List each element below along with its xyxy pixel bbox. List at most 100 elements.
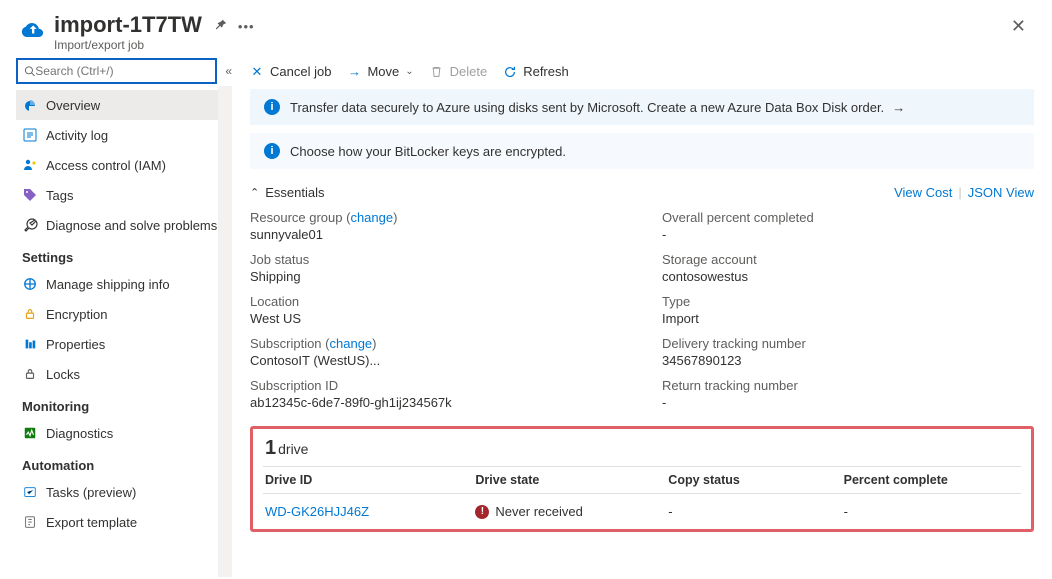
nav-activity-log[interactable]: Activity log [16, 120, 232, 150]
essentials-item: Subscription (change) ContosoIT (WestUS).… [250, 336, 622, 368]
drives-title: 1drive [263, 435, 1021, 466]
drive-id-link[interactable]: WD-GK26HJJ46Z [265, 504, 475, 519]
nav-properties[interactable]: Properties [16, 329, 232, 359]
essentials-key: Delivery tracking number [662, 336, 1034, 351]
nav-settings: Manage shipping info Encryption Properti… [16, 269, 232, 389]
overview-icon [22, 97, 38, 113]
essentials-key: Return tracking number [662, 378, 1034, 393]
tasks-icon [22, 484, 38, 500]
change-link[interactable]: change [330, 336, 373, 351]
essentials-value: 34567890123 [662, 353, 1034, 368]
nav-overview[interactable]: Overview [16, 90, 232, 120]
nav-monitoring: Diagnostics [16, 418, 232, 448]
essentials-key: Subscription (change) [250, 336, 622, 351]
locks-icon [22, 366, 38, 382]
essentials-value[interactable]: contosowestus [662, 269, 1034, 284]
essentials-item: Overall percent completed- [662, 210, 1034, 242]
bitlocker-banner[interactable]: i Choose how your BitLocker keys are enc… [250, 133, 1034, 169]
sidebar: « Overview Activity log Access control (… [0, 58, 232, 577]
nav-heading-automation: Automation [16, 448, 232, 477]
drive-state: !Never received [475, 504, 668, 519]
essentials-item: Delivery tracking number 34567890123 [662, 336, 1034, 368]
essentials-key: Location [250, 294, 622, 309]
info-icon: i [264, 99, 280, 115]
nav-label: Properties [46, 337, 105, 352]
essentials-key: Subscription ID [250, 378, 622, 393]
databox-banner[interactable]: i Transfer data securely to Azure using … [250, 89, 1034, 125]
collapse-sidebar-icon[interactable]: « [225, 64, 232, 78]
arrow-right-icon: → [892, 100, 905, 115]
tags-icon [22, 187, 38, 203]
nav-label: Locks [46, 367, 80, 382]
essentials-value[interactable]: ContosoIT (WestUS)... [250, 353, 622, 368]
nav-tasks[interactable]: Tasks (preview) [16, 477, 232, 507]
view-cost-link[interactable]: View Cost [894, 185, 952, 200]
essentials-item: Type Import [662, 294, 1034, 326]
iam-icon [22, 157, 38, 173]
more-icon[interactable]: ••• [238, 19, 255, 34]
change-link[interactable]: change [350, 210, 393, 225]
cancel-icon: ✕ [250, 65, 264, 79]
drives-header-row: Drive ID Drive state Copy status Percent… [263, 466, 1021, 494]
nav-label: Manage shipping info [46, 277, 170, 292]
nav-label: Access control (IAM) [46, 158, 166, 173]
move-icon: → [347, 65, 361, 79]
nav-diagnose[interactable]: Diagnose and solve problems [16, 210, 232, 240]
json-view-link[interactable]: JSON View [968, 185, 1034, 200]
essentials-key: Storage account [662, 252, 1034, 267]
essentials-value[interactable]: sunnyvale01 [250, 227, 622, 242]
essentials-item: Subscription ID ab12345c-6de7-89f0-gh1ij2… [250, 378, 622, 410]
drive-row: WD-GK26HJJ46Z!Never received-- [263, 494, 1021, 521]
resource-icon [18, 16, 46, 44]
export-template-icon [22, 514, 38, 530]
nav-access-control[interactable]: Access control (IAM) [16, 150, 232, 180]
banner-text: Transfer data securely to Azure using di… [290, 100, 884, 115]
chevron-up-icon: ⌃ [250, 186, 259, 199]
diagnostics-icon [22, 425, 38, 441]
nav-automation: Tasks (preview) Export template [16, 477, 232, 537]
essentials-item: Return tracking number- [662, 378, 1034, 410]
nav-tags[interactable]: Tags [16, 180, 232, 210]
essentials-key: Type [662, 294, 1034, 309]
essentials-value: West US [250, 311, 622, 326]
drive-percent: - [844, 504, 1019, 519]
search-input[interactable] [35, 64, 209, 78]
command-bar: ✕ Cancel job → Move ⌄ Delete Refresh [232, 58, 1052, 89]
col-drive-state: Drive state [475, 473, 668, 487]
nav-label: Diagnose and solve problems [46, 218, 217, 233]
page-subtitle: Import/export job [54, 38, 202, 52]
cancel-job-button[interactable]: ✕ Cancel job [250, 64, 331, 79]
activity-log-icon [22, 127, 38, 143]
info-icon: i [264, 143, 280, 159]
nav-shipping-info[interactable]: Manage shipping info [16, 269, 232, 299]
essentials-key: Overall percent completed [662, 210, 1034, 225]
essentials-toggle[interactable]: ⌃ Essentials [250, 185, 324, 200]
chevron-down-icon: ⌄ [405, 66, 413, 77]
shipping-icon [22, 276, 38, 292]
essentials-value: ab12345c-6de7-89f0-gh1ij234567k [250, 395, 622, 410]
nav-diagnostics[interactable]: Diagnostics [16, 418, 232, 448]
delete-icon [430, 65, 444, 79]
drive-copy-status: - [668, 504, 843, 519]
refresh-button[interactable]: Refresh [503, 64, 569, 79]
drives-section: 1drive Drive ID Drive state Copy status … [250, 426, 1034, 532]
essentials-key: Job status [250, 252, 622, 267]
col-copy-status: Copy status [668, 473, 843, 487]
essentials-value: Import [662, 311, 1034, 326]
essentials-item: Storage account contosowestus [662, 252, 1034, 284]
search-icon [24, 65, 35, 77]
col-percent: Percent complete [844, 473, 1019, 487]
nav-encryption[interactable]: Encryption [16, 299, 232, 329]
essentials-value: Shipping [250, 269, 622, 284]
diagnose-icon [22, 217, 38, 233]
nav-label: Activity log [46, 128, 108, 143]
search-input-wrapper[interactable] [16, 58, 217, 84]
nav-heading-settings: Settings [16, 240, 232, 269]
refresh-icon [503, 65, 517, 79]
pin-icon[interactable] [214, 18, 228, 35]
sidebar-scrollbar[interactable] [218, 86, 232, 577]
move-button[interactable]: → Move ⌄ [347, 64, 413, 79]
close-button[interactable]: ✕ [1003, 12, 1034, 41]
nav-export-template[interactable]: Export template [16, 507, 232, 537]
nav-locks[interactable]: Locks [16, 359, 232, 389]
